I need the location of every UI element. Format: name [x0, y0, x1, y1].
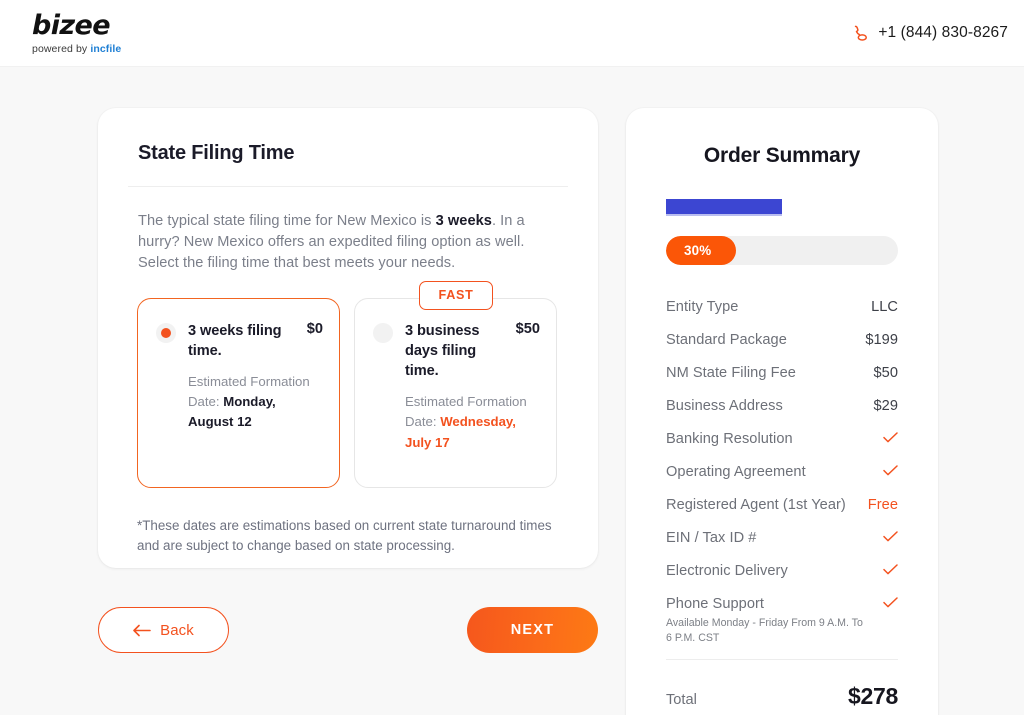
check-icon	[883, 597, 898, 608]
summary-item-note: Available Monday - Friday From 9 A.M. To…	[666, 617, 863, 644]
radio-expedited[interactable]	[373, 323, 393, 343]
check-icon	[883, 432, 898, 443]
description-highlight: 3 weeks	[435, 213, 492, 229]
check-icon	[883, 564, 898, 575]
check-icon	[883, 531, 898, 542]
order-summary-card: Order Summary 30% Entity Type LLC Standard…	[626, 108, 938, 715]
summary-line-item: Business Address $29	[666, 389, 898, 422]
summary-item-value: $50	[873, 365, 898, 381]
filing-description: The typical state filing time for New Me…	[138, 211, 558, 274]
state-filing-time-card: State Filing Time The typical state fili…	[98, 108, 598, 568]
order-summary-title: Order Summary	[703, 144, 861, 167]
page-title: State Filing Time	[138, 142, 295, 164]
summary-line-item: Registered Agent (1st Year) Free	[666, 488, 898, 521]
logo-wordmark: bizee	[32, 9, 111, 41]
summary-item-label: Phone Support	[666, 596, 765, 612]
summary-item-value: LLC	[871, 299, 898, 315]
summary-line-item: Entity Type LLC	[666, 290, 898, 323]
phone-number: +1 (844) 830-8267	[878, 24, 1008, 41]
filing-option-standard[interactable]: 3 weeks filing time. $0 Estimated Format…	[137, 298, 340, 488]
summary-item-value: Free	[867, 497, 898, 513]
summary-item-label: Electronic Delivery	[666, 563, 788, 579]
logo-tagline-prefix: powered by	[32, 42, 91, 55]
navigation-buttons: Back NEXT	[98, 607, 598, 653]
title-divider	[128, 186, 568, 187]
total-value: $278	[848, 683, 898, 710]
logo-tagline: powered by incfile	[32, 43, 121, 55]
summary-item-label: Operating Agreement	[666, 464, 806, 480]
summary-line-item: Banking Resolution	[666, 422, 898, 455]
option-label-expedited: 3 business days filing time.	[405, 323, 480, 380]
option-label-standard: 3 weeks filing time.	[188, 323, 282, 360]
summary-item-value: $29	[873, 398, 898, 414]
progress-bar: 30%	[666, 236, 898, 265]
next-button[interactable]: NEXT	[467, 607, 598, 653]
filing-option-expedited[interactable]: FAST 3 business days filing time. $50 Es…	[354, 281, 557, 488]
filing-options: 3 weeks filing time. $0 Estimated Format…	[137, 281, 598, 488]
back-button-label: Back	[160, 621, 194, 639]
bizee-logo[interactable]: bizee powered by incfile	[28, 12, 121, 55]
summary-item-label: Entity Type	[666, 299, 739, 315]
progress-bar-fill: 30%	[666, 236, 736, 265]
summary-item-label: Registered Agent (1st Year)	[666, 497, 846, 513]
check-icon	[883, 465, 898, 476]
summary-item-label: Standard Package	[666, 332, 787, 348]
filing-footnote: *These dates are estimations based on cu…	[137, 518, 552, 554]
summary-line-item: Electronic Delivery	[666, 554, 898, 587]
summary-item-label: Business Address	[666, 398, 783, 414]
summary-accent-block	[666, 199, 782, 216]
arrow-left-icon	[133, 624, 151, 637]
option-estimate-standard: Estimated Formation Date: Monday, August…	[188, 372, 323, 432]
phone-link[interactable]: +1 (844) 830-8267	[850, 24, 1008, 43]
fast-badge: FAST	[418, 281, 493, 310]
summary-line-item: Standard Package $199	[666, 323, 898, 356]
logo-tagline-brand: incfile	[90, 42, 122, 55]
summary-line-item: EIN / Tax ID #	[666, 521, 898, 554]
option-estimate-expedited: Estimated Formation Date: Wednesday, Jul…	[405, 392, 540, 452]
summary-line-item: Operating Agreement	[666, 455, 898, 488]
option-header: 3 business days filing time. $50	[373, 321, 540, 381]
summary-line-item: NM State Filing Fee $50	[666, 356, 898, 389]
radio-standard[interactable]	[156, 323, 176, 343]
summary-item-value: $199	[865, 332, 898, 348]
option-header: 3 weeks filing time. $0	[156, 321, 323, 361]
option-price-expedited: $50	[515, 321, 540, 337]
site-header: bizee powered by incfile +1 (844) 830-82…	[0, 0, 1024, 67]
summary-item-label: Banking Resolution	[666, 431, 793, 447]
description-part1: The typical state filing time for New Me…	[138, 213, 436, 229]
option-price-standard: $0	[306, 321, 323, 337]
summary-item-label: EIN / Tax ID #	[666, 530, 757, 546]
page-body: State Filing Time The typical state fili…	[0, 67, 1024, 715]
total-row: Total $278	[666, 660, 898, 710]
total-label: Total	[666, 692, 697, 709]
progress-percent-label: 30%	[684, 243, 712, 258]
order-summary-items: Entity Type LLC Standard Package $199 NM Sta…	[666, 290, 898, 645]
back-button[interactable]: Back	[98, 607, 229, 653]
summary-item-label: NM State Filing Fee	[666, 365, 796, 381]
phone-icon	[850, 24, 869, 43]
